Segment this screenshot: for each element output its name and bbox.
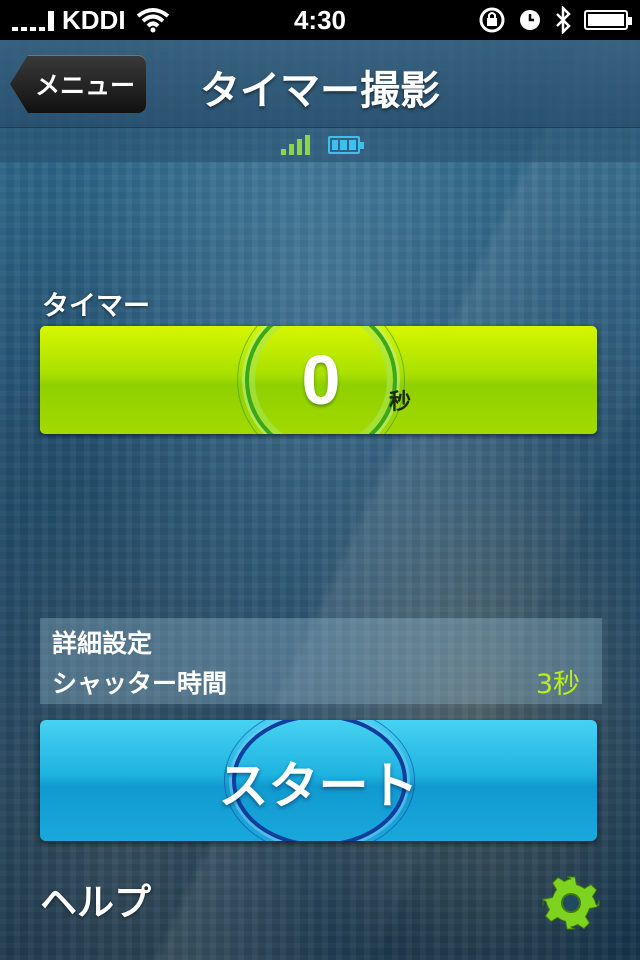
signal-bars-icon xyxy=(280,135,310,155)
timer-selector[interactable]: 0 秒 xyxy=(40,326,597,434)
navigation-bar: メニュー タイマー撮影 xyxy=(0,40,640,128)
battery-icon xyxy=(584,10,632,30)
gear-icon[interactable] xyxy=(542,874,600,932)
device-battery-icon xyxy=(327,136,364,154)
status-time: 4:30 xyxy=(293,5,347,35)
status-bar: KDDI 4:30 xyxy=(0,0,640,40)
detail-settings-panel[interactable]: 詳細設定 シャッター時間 3秒 xyxy=(40,618,602,704)
start-button-label: スタート xyxy=(218,757,419,815)
start-button[interactable]: スタート xyxy=(40,720,597,841)
detail-settings-title: 詳細設定 xyxy=(52,629,153,658)
device-status-strip xyxy=(0,128,640,162)
help-link[interactable]: ヘルプ xyxy=(40,872,151,926)
shutter-time-value: 3秒 xyxy=(535,669,580,700)
shutter-time-label: シャッター時間 xyxy=(52,669,228,698)
timer-value: 0 xyxy=(301,341,341,419)
timer-unit: 秒 xyxy=(389,390,412,415)
timer-label: タイマー xyxy=(42,291,150,322)
page-title: タイマー撮影 xyxy=(200,68,440,114)
